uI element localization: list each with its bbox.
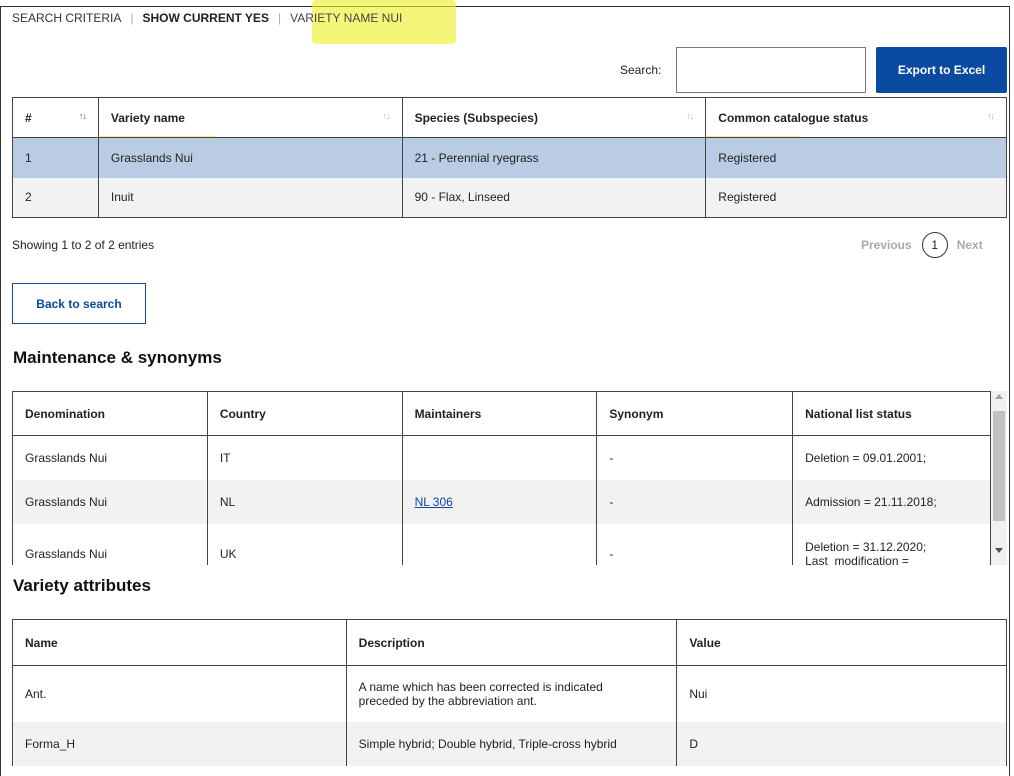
criteria-separator: | <box>130 11 134 25</box>
scroll-up-icon[interactable] <box>995 394 1003 399</box>
criteria-show-current: SHOW CURRENT YES <box>142 11 269 25</box>
table-row[interactable]: 1 Grasslands Nui 21 - Perennial ryegrass… <box>12 137 1007 178</box>
attribute-name: Ant. <box>12 665 347 722</box>
attribute-description: Simple hybrid; Double hybrid, Triple-cro… <box>345 721 678 766</box>
variety-attributes-heading: Variety attributes <box>13 576 151 595</box>
species: 21 - Perennial ryegrass <box>401 137 707 178</box>
page-1-button[interactable]: 1 <box>921 232 948 258</box>
column-header-country: Country <box>206 391 403 436</box>
criteria-variety-name: VARIETY NAME NUI <box>290 11 403 25</box>
entries-info: Showing 1 to 2 of 2 entries <box>12 238 155 252</box>
column-header-species[interactable]: Species (Subspecies) ↑↓ <box>401 97 707 138</box>
maintainer: NL 306 <box>401 479 598 524</box>
maintenance-heading: Maintenance & synonyms <box>13 348 222 367</box>
denomination: Grasslands Nui <box>12 479 208 524</box>
maintainer <box>401 435 598 480</box>
attribute-description: A name which has been corrected is indic… <box>345 665 678 722</box>
country: UK <box>206 523 403 565</box>
attribute-value: D <box>676 721 1007 766</box>
variety-name[interactable]: Inuit <box>97 177 403 218</box>
search-criteria-bar: SEARCH CRITERIA | SHOW CURRENT YES | VAR… <box>12 11 402 25</box>
sort-icon: ↑↓ <box>686 111 694 121</box>
sort-icon: ↑↓ <box>78 111 87 121</box>
column-header-national-status: National list status <box>792 391 991 436</box>
maintainer <box>401 523 598 565</box>
search-input[interactable] <box>676 47 866 93</box>
national-list-status: Deletion = 31.12.2020; Last_modification … <box>792 523 991 565</box>
previous-button[interactable]: Previous <box>861 238 912 252</box>
column-header-value: Value <box>676 619 1007 666</box>
pagination: Previous 1 Next <box>861 232 983 258</box>
column-header-status[interactable]: Common catalogue status ↑↓ <box>705 97 1007 138</box>
column-header-maintainers: Maintainers <box>401 391 598 436</box>
synonym: - <box>596 435 794 480</box>
table-row[interactable]: 2 Inuit 90 - Flax, Linseed Registered <box>12 177 1007 218</box>
national-list-status: Admission = 21.11.2018; <box>792 479 991 524</box>
search-label: Search: <box>620 63 662 77</box>
synonym: - <box>596 479 794 524</box>
attributes-table: Name Description Value Ant. A name which… <box>12 619 1007 766</box>
column-header-denomination: Denomination <box>12 391 208 436</box>
scrollbar-thumb[interactable] <box>993 411 1005 521</box>
sort-icon: ↑↓ <box>987 111 995 121</box>
scroll-down-icon[interactable] <box>995 548 1003 553</box>
table-row: Forma_H Simple hybrid; Double hybrid, Tr… <box>12 721 1007 766</box>
catalogue-status: Registered <box>705 177 1007 218</box>
row-number: 1 <box>12 137 99 178</box>
table-row: Ant. A name which has been corrected is … <box>12 665 1007 722</box>
column-header-number[interactable]: # ↑↓ <box>12 97 99 138</box>
country: IT <box>206 435 403 480</box>
country: NL <box>206 479 403 524</box>
synonym: - <box>596 523 794 565</box>
vertical-scrollbar[interactable] <box>991 391 1007 565</box>
table-row: Grasslands Nui IT - Deletion = 09.01.200… <box>12 435 991 480</box>
results-header-row: # ↑↓ Variety name ↑↓ Species (Subspecies) ↑… <box>12 97 1007 138</box>
table-row: Grasslands Nui UK - Deletion = 31.12.202… <box>12 523 991 565</box>
table-row: Grasslands Nui NL NL 306 - Admission = 2… <box>12 479 991 524</box>
variety-name[interactable]: Grasslands Nui <box>97 137 403 178</box>
denomination: Grasslands Nui <box>12 435 208 480</box>
attribute-name: Forma_H <box>12 721 347 766</box>
denomination: Grasslands Nui <box>12 523 208 565</box>
maintenance-scroll-area[interactable]: Denomination Country Maintainers Synonym… <box>12 391 1007 565</box>
catalogue-status: Registered <box>705 137 1007 178</box>
results-table: # ↑↓ Variety name ↑↓ Species (Subspecies) ↑… <box>12 97 1007 218</box>
column-header-synonym: Synonym <box>596 391 794 436</box>
column-header-description: Description <box>345 619 678 666</box>
maintenance-header-row: Denomination Country Maintainers Synonym… <box>12 391 991 436</box>
export-to-excel-button[interactable]: Export to Excel <box>876 47 1007 93</box>
column-header-name: Name <box>12 619 347 666</box>
criteria-label: SEARCH CRITERIA <box>12 11 122 25</box>
maintainer-link[interactable]: NL 306 <box>415 495 453 509</box>
maintenance-table: Denomination Country Maintainers Synonym… <box>12 391 991 565</box>
next-button[interactable]: Next <box>957 238 983 252</box>
national-list-status: Deletion = 09.01.2001; <box>792 435 991 480</box>
back-to-search-button[interactable]: Back to search <box>12 283 146 324</box>
row-number: 2 <box>12 177 99 218</box>
column-header-variety-name[interactable]: Variety name ↑↓ <box>97 97 403 138</box>
attribute-value: Nui <box>676 665 1007 722</box>
species: 90 - Flax, Linseed <box>401 177 707 218</box>
criteria-separator: | <box>277 11 282 25</box>
sort-icon: ↑↓ <box>382 111 391 121</box>
attributes-header-row: Name Description Value <box>12 619 1007 666</box>
